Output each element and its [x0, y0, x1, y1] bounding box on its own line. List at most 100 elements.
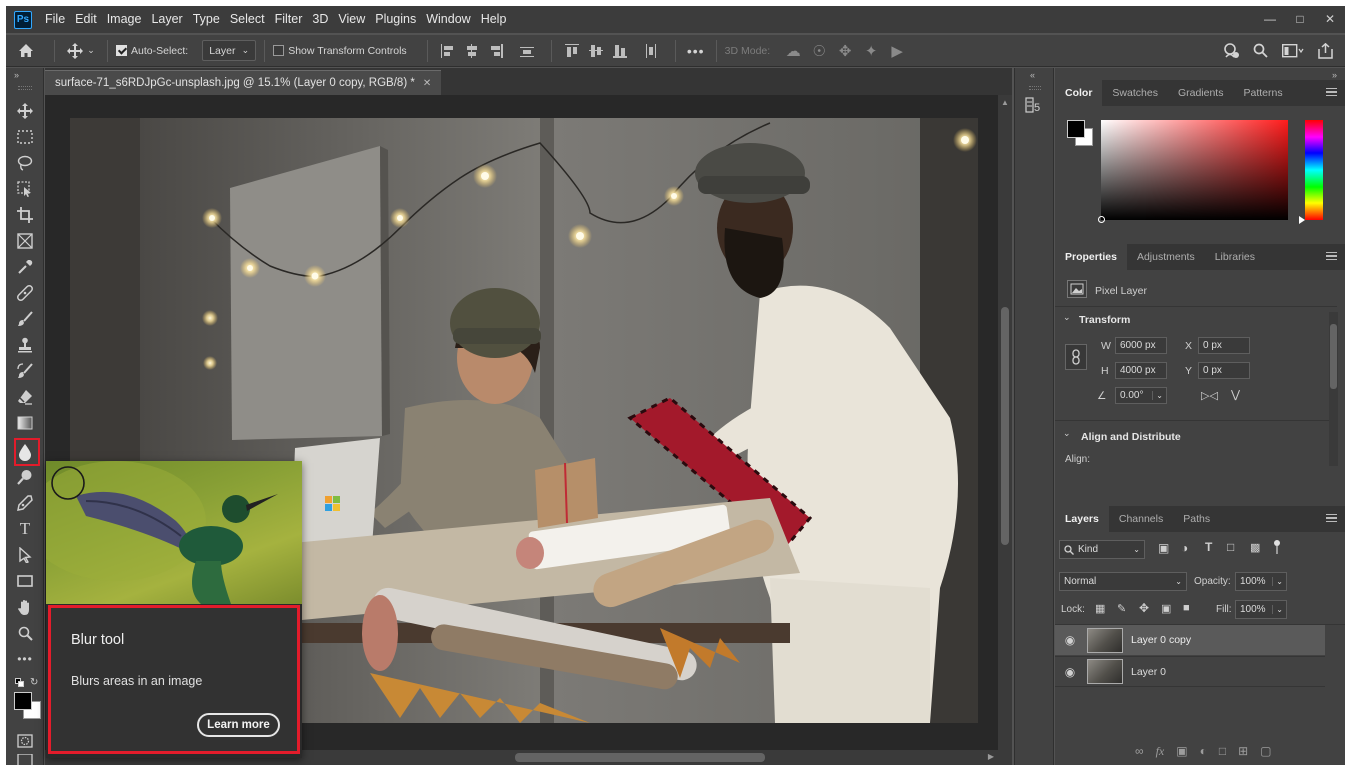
menu-type[interactable]: Type — [188, 6, 225, 33]
share-user-icon[interactable] — [1223, 42, 1239, 59]
link-layers-icon[interactable]: ∞ — [1135, 744, 1144, 759]
close-icon[interactable]: ✕ — [1315, 8, 1345, 30]
tab-properties[interactable]: Properties — [1055, 244, 1127, 270]
workspace-icon[interactable] — [1282, 43, 1304, 58]
type-tool-icon[interactable]: T — [14, 518, 36, 540]
expand-toolbar-icon[interactable]: » — [14, 70, 19, 80]
angle-field[interactable]: 0.00° ⌄ — [1115, 387, 1167, 404]
edit-toolbar-icon[interactable]: ••• — [14, 648, 36, 670]
align-center-icon[interactable] — [465, 43, 479, 58]
move-tool-preset-icon[interactable]: ⌄ — [63, 42, 99, 59]
close-tab-icon[interactable]: ✕ — [423, 78, 431, 89]
menu-image[interactable]: Image — [102, 6, 147, 33]
dodge-tool-icon[interactable] — [14, 466, 36, 488]
properties-scrollbar[interactable] — [1329, 312, 1338, 466]
rectangle-tool-icon[interactable] — [14, 570, 36, 592]
lock-transparent-icon[interactable]: ▦ — [1095, 602, 1105, 615]
maximize-icon[interactable]: □ — [1285, 8, 1315, 30]
filter-shape-icon[interactable]: □ — [1227, 540, 1234, 554]
layer-row-layer-0[interactable]: ◉ Layer 0 — [1055, 656, 1325, 686]
layers-panel-menu-icon[interactable] — [1326, 514, 1337, 522]
layer-style-icon[interactable]: fx — [1156, 744, 1165, 759]
menu-edit[interactable]: Edit — [70, 6, 102, 33]
align-middle-icon[interactable] — [588, 44, 603, 58]
marquee-tool-icon[interactable] — [14, 126, 36, 148]
color-field[interactable] — [1098, 120, 1288, 223]
document-tab[interactable]: surface-71_s6RDJpGc-unsplash.jpg @ 15.1%… — [45, 70, 442, 95]
color-picker-swatches[interactable] — [14, 692, 42, 720]
tab-swatches[interactable]: Swatches — [1102, 80, 1168, 106]
align-left-icon[interactable] — [440, 43, 455, 58]
filter-pixel-icon[interactable]: ▣ — [1158, 541, 1169, 555]
object-selection-tool-icon[interactable] — [14, 178, 36, 200]
align-top-icon[interactable] — [564, 43, 579, 58]
auto-select-dropdown[interactable]: Layer ⌄ — [202, 40, 257, 61]
clone-stamp-tool-icon[interactable] — [14, 334, 36, 356]
height-field[interactable]: 4000 px — [1115, 362, 1167, 379]
tab-libraries[interactable]: Libraries — [1205, 244, 1265, 270]
menu-help[interactable]: Help — [476, 6, 512, 33]
menu-filter[interactable]: Filter — [270, 6, 308, 33]
swap-colors-icon[interactable]: ↻ — [30, 677, 38, 688]
3d-pan-icon[interactable]: ✥ — [832, 42, 858, 60]
lock-image-icon[interactable]: ✎ — [1117, 602, 1126, 615]
y-field[interactable]: 0 px — [1198, 362, 1250, 379]
filter-type-icon[interactable]: T — [1205, 540, 1212, 554]
default-colors-icon[interactable] — [15, 678, 25, 688]
path-selection-tool-icon[interactable] — [14, 544, 36, 566]
home-icon[interactable] — [6, 43, 46, 58]
hue-slider-handle[interactable] — [1299, 216, 1305, 224]
3d-roll-icon[interactable]: ☉ — [806, 42, 832, 60]
eyedropper-tool-icon[interactable] — [14, 256, 36, 278]
color-panel-menu-icon[interactable] — [1326, 88, 1337, 96]
vertical-scroll-thumb[interactable] — [1001, 307, 1009, 545]
healing-brush-tool-icon[interactable] — [14, 282, 36, 304]
tab-adjustments[interactable]: Adjustments — [1127, 244, 1205, 270]
3d-orbit-icon[interactable]: ☁ — [780, 42, 806, 60]
filter-smart-object-icon[interactable]: ▩ — [1250, 541, 1260, 554]
foreground-color-swatch[interactable] — [14, 692, 32, 710]
properties-scroll-thumb[interactable] — [1330, 324, 1337, 389]
3d-camera-icon[interactable]: ▶ — [884, 42, 910, 60]
strip-grip[interactable] — [1029, 86, 1041, 90]
visibility-eye-icon[interactable]: ◉ — [1063, 665, 1077, 679]
tab-color[interactable]: Color — [1055, 80, 1103, 106]
crop-tool-icon[interactable] — [14, 204, 36, 226]
new-group-icon[interactable]: □ — [1219, 744, 1226, 759]
tab-layers[interactable]: Layers — [1055, 506, 1109, 532]
blend-mode-dropdown[interactable]: Normal ⌄ — [1059, 572, 1187, 591]
flip-vertical-icon[interactable]: ⋁ — [1231, 388, 1240, 401]
align-collapse-icon[interactable]: ⌄ — [1063, 428, 1071, 439]
auto-select-checkbox[interactable] — [116, 45, 127, 56]
menu-select[interactable]: Select — [225, 6, 270, 33]
3d-slide-icon[interactable]: ✦ — [858, 42, 884, 60]
panel-color-swatches[interactable] — [1067, 120, 1095, 148]
frame-tool-icon[interactable] — [14, 230, 36, 252]
properties-panel-menu-icon[interactable] — [1326, 252, 1337, 260]
hue-slider[interactable] — [1299, 120, 1323, 224]
tab-patterns[interactable]: Patterns — [1233, 80, 1292, 106]
fill-field[interactable]: 100% ⌄ — [1235, 600, 1287, 619]
eraser-tool-icon[interactable] — [14, 386, 36, 408]
layer-filter-kind[interactable]: Kind ⌄ — [1059, 540, 1145, 559]
lock-all-icon[interactable]: ■ — [1183, 602, 1190, 614]
distribute-horizontal-icon[interactable] — [644, 43, 658, 58]
gradient-tool-icon[interactable] — [14, 412, 36, 434]
visibility-eye-icon[interactable]: ◉ — [1063, 633, 1077, 647]
flip-horizontal-icon[interactable]: ▷◁ — [1201, 389, 1218, 402]
lock-position-icon[interactable]: ✥ — [1139, 601, 1149, 615]
minimize-icon[interactable]: — — [1255, 8, 1285, 30]
adjustment-layer-icon[interactable]: ◐ — [1200, 744, 1207, 759]
delete-layer-icon[interactable]: ▢ — [1260, 744, 1271, 759]
transform-collapse-icon[interactable]: ⌄ — [1063, 312, 1071, 323]
tab-paths[interactable]: Paths — [1173, 506, 1220, 532]
menu-layer[interactable]: Layer — [146, 6, 187, 33]
quick-mask-icon[interactable] — [14, 730, 36, 752]
panel-foreground-swatch[interactable] — [1067, 120, 1085, 138]
color-field-cursor[interactable] — [1098, 216, 1105, 223]
new-layer-icon[interactable]: ⊞ — [1238, 744, 1248, 759]
layer-row-layer-0-copy[interactable]: ◉ Layer 0 copy — [1055, 625, 1325, 655]
vertical-scrollbar[interactable]: ▲ — [998, 95, 1012, 750]
toolbar-grip[interactable] — [18, 86, 32, 90]
scroll-up-icon[interactable]: ▲ — [1001, 98, 1009, 107]
